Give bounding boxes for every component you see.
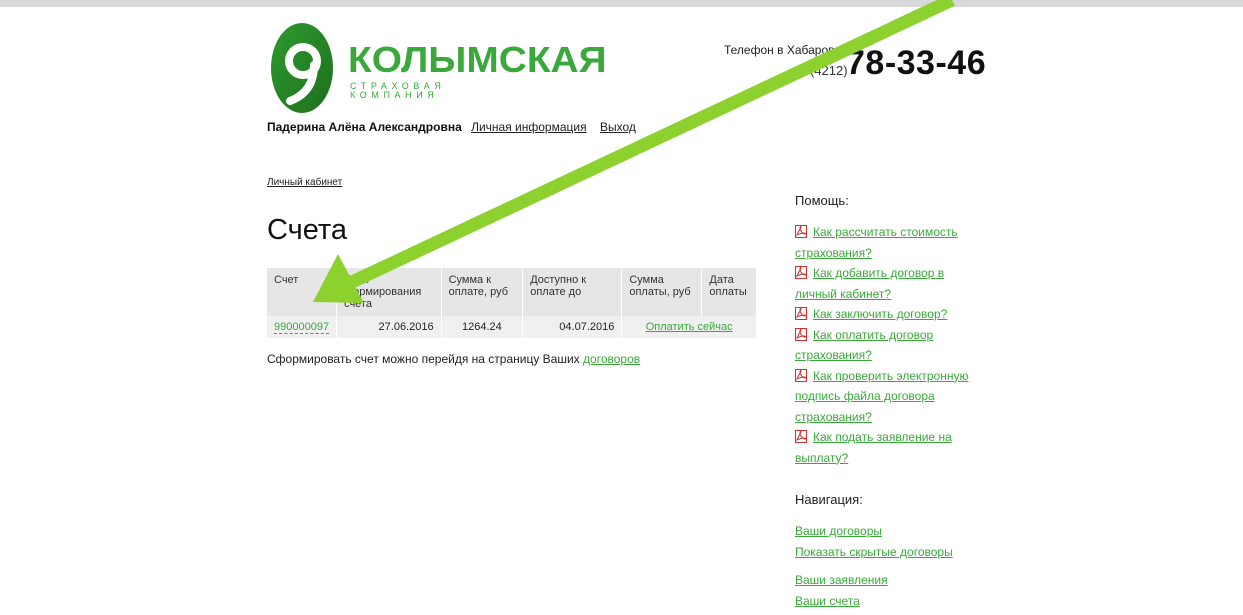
phone-number: 78-33-46 bbox=[846, 44, 987, 82]
logo-emblem-icon bbox=[271, 23, 333, 113]
pdf-icon bbox=[795, 430, 807, 443]
phone-label: Телефон в Хабаровске bbox=[724, 43, 853, 57]
pdf-icon bbox=[795, 368, 807, 382]
user-name: Падерина Алёна Александровна bbox=[267, 120, 462, 134]
personal-info-link[interactable]: Личная информация bbox=[471, 120, 587, 134]
page-title: Счета bbox=[267, 214, 347, 246]
help-link-conclude-contract[interactable]: Как заключить договор? bbox=[813, 307, 947, 321]
navigation-title: Навигация: bbox=[795, 492, 863, 507]
logo-subtitle: СТРАХОВАЯ КОМПАНИЯ bbox=[350, 81, 446, 100]
nav-your-invoices[interactable]: Ваши счета bbox=[795, 594, 860, 608]
help-item: Как добавить договор в личный кабинет? bbox=[795, 263, 975, 304]
nav-item: Ваши заявления bbox=[795, 570, 975, 591]
help-item: Как оплатить договор страхования? bbox=[795, 325, 975, 366]
column-header: Дата формирования счета bbox=[336, 268, 442, 316]
invoice-note: Сформировать счет можно перейдя на стран… bbox=[267, 352, 640, 366]
table-row: 990000097 27.06.2016 1264.24 04.07.2016 … bbox=[267, 316, 757, 338]
table-header-row: Счет Дата формирования счета Сумма к опл… bbox=[267, 268, 757, 316]
breadcrumb-personal-cabinet[interactable]: Личный кабинет bbox=[267, 177, 342, 188]
pdf-icon bbox=[795, 307, 807, 320]
amount-cell: 1264.24 bbox=[441, 316, 524, 338]
column-header: Доступно к оплате до bbox=[522, 268, 623, 316]
help-link-add-contract[interactable]: Как добавить договор в личный кабинет? bbox=[795, 266, 944, 301]
contracts-link[interactable]: договоров bbox=[583, 352, 640, 366]
created-date-cell: 27.06.2016 bbox=[336, 316, 442, 338]
column-header: Дата оплаты bbox=[701, 268, 757, 316]
nav-item: Ваши договоры bbox=[795, 521, 975, 542]
help-item: Как подать заявление на выплату? bbox=[795, 427, 975, 468]
invoice-number-link[interactable]: 990000097 bbox=[274, 321, 330, 334]
help-link-submit-claim[interactable]: Как подать заявление на выплату? bbox=[795, 430, 952, 465]
breadcrumb: Личный кабинет bbox=[267, 177, 342, 188]
pdf-icon bbox=[795, 225, 807, 238]
invoice-cell: 990000097 bbox=[267, 316, 338, 338]
nav-your-contracts[interactable]: Ваши договоры bbox=[795, 524, 882, 538]
nav-your-claims[interactable]: Ваши заявления bbox=[795, 573, 888, 587]
help-item: Как проверить электронную подпись файла … bbox=[795, 366, 975, 428]
column-header: Сумма оплаты, руб bbox=[621, 268, 703, 316]
user-bar: Падерина Алёна Александровна Личная инфо… bbox=[267, 120, 646, 134]
help-link-verify-signature[interactable]: Как проверить электронную подпись файла … bbox=[795, 369, 968, 424]
pdf-icon bbox=[795, 327, 807, 341]
nav-show-hidden-contracts[interactable]: Показать скрытые договоры bbox=[795, 545, 953, 559]
nav-item: Ваши счета bbox=[795, 591, 975, 612]
nav-item: Показать скрытые договоры bbox=[795, 542, 975, 563]
logout-link[interactable]: Выход bbox=[600, 120, 636, 134]
phone-code: (4212) bbox=[810, 63, 848, 78]
help-item: Как рассчитать стоимость страхования? bbox=[795, 222, 975, 263]
help-title: Помощь: bbox=[795, 193, 849, 208]
help-link-calculate[interactable]: Как рассчитать стоимость страхования? bbox=[795, 225, 958, 260]
help-link-pay-contract[interactable]: Как оплатить договор страхования? bbox=[795, 328, 933, 363]
company-logo[interactable]: КОЛЫМСКАЯ СТРАХОВАЯ КОМПАНИЯ bbox=[270, 21, 607, 115]
logo-title: КОЛЫМСКАЯ bbox=[348, 39, 607, 80]
top-bar bbox=[0, 0, 1243, 7]
pay-cell: Оплатить сейчас bbox=[621, 316, 757, 338]
pay-now-link[interactable]: Оплатить сейчас bbox=[646, 321, 733, 333]
sidebar: Помощь: Как рассчитать стоимость страхов… bbox=[795, 193, 975, 611]
pdf-icon bbox=[795, 266, 807, 279]
note-text: Сформировать счет можно перейдя на стран… bbox=[267, 352, 580, 366]
invoices-table: Счет Дата формирования счета Сумма к опл… bbox=[267, 268, 757, 338]
available-until-cell: 04.07.2016 bbox=[522, 316, 623, 338]
help-list: Как рассчитать стоимость страхования? Ка… bbox=[795, 222, 975, 468]
column-header: Сумма к оплате, руб bbox=[441, 268, 524, 316]
help-item: Как заключить договор? bbox=[795, 304, 975, 325]
navigation-links: Ваши договоры Показать скрытые договоры … bbox=[795, 521, 975, 611]
column-header: Счет bbox=[267, 268, 338, 316]
